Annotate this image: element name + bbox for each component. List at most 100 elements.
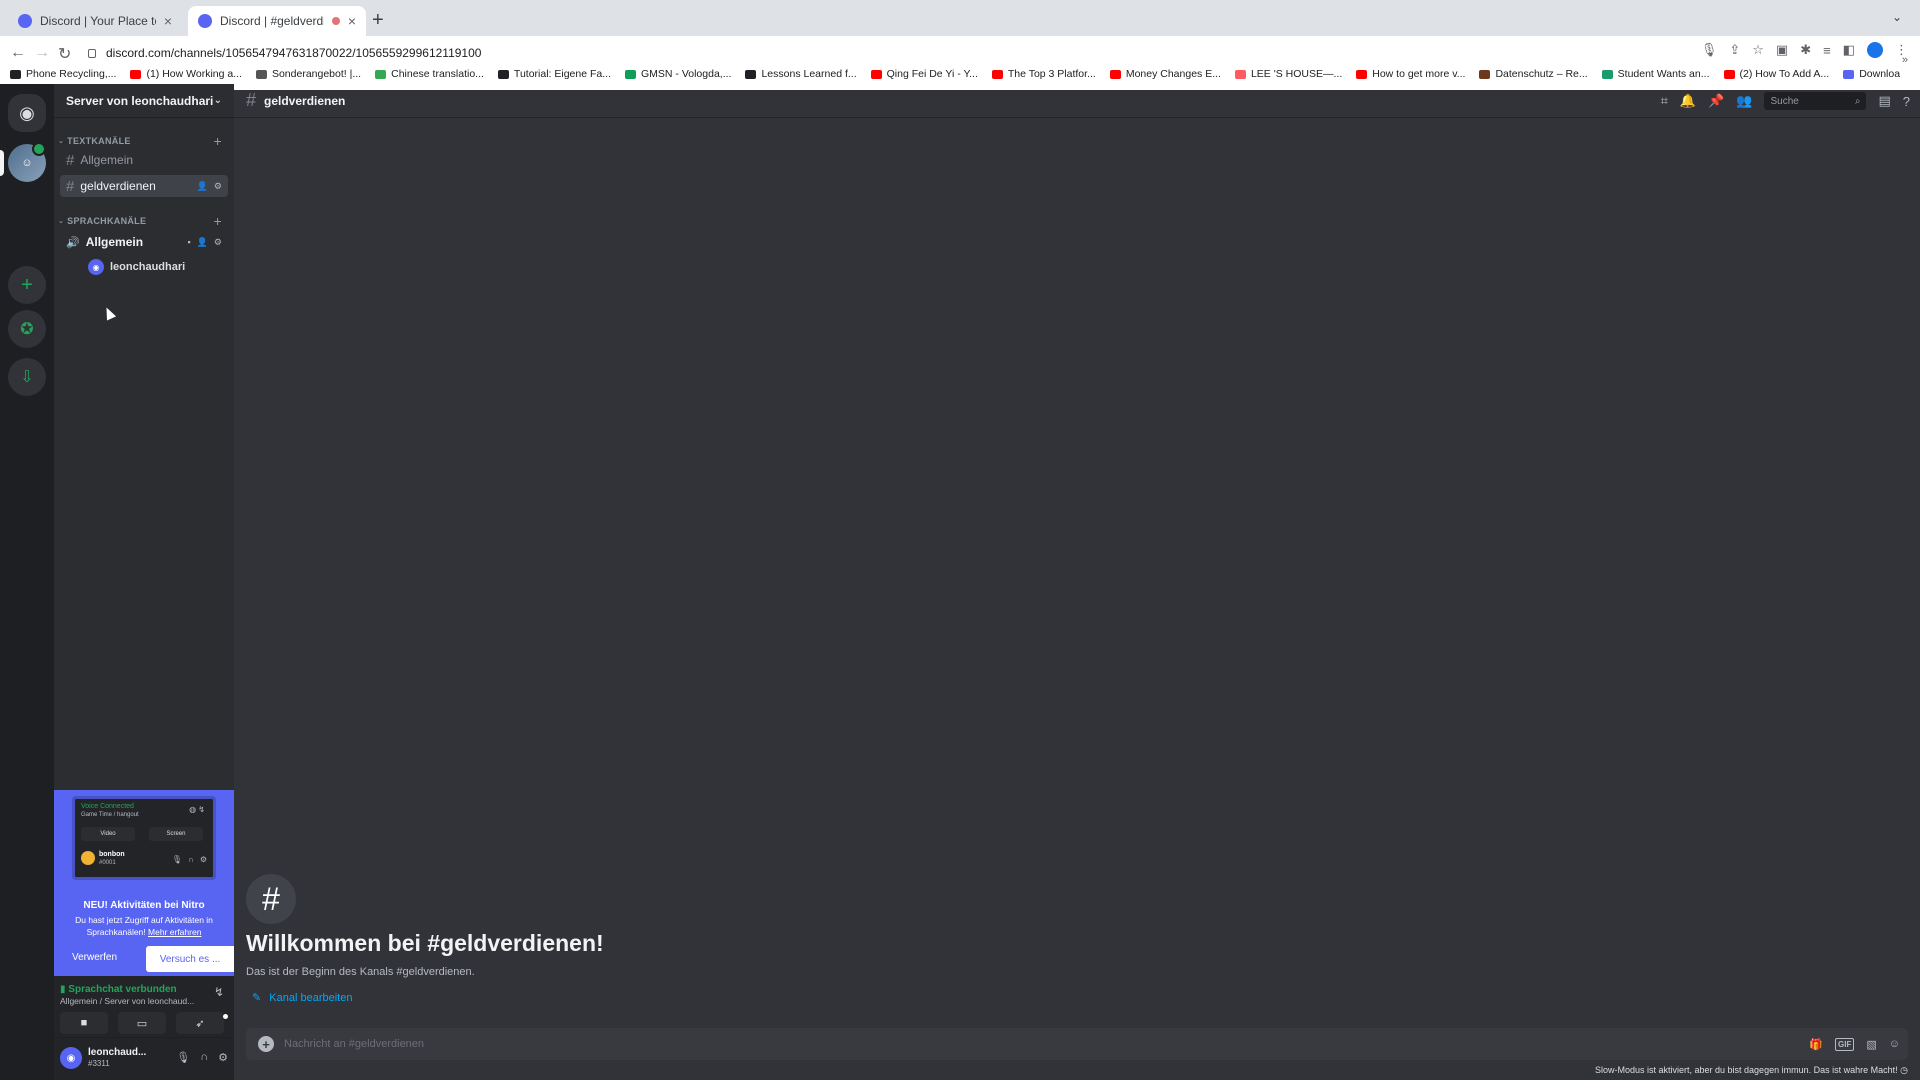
help-icon[interactable]: ?	[1903, 94, 1910, 109]
bookmark-item[interactable]: How to get more v...	[1356, 68, 1465, 80]
bookmark-favicon-icon	[1234, 69, 1246, 79]
bookmark-item[interactable]: (1) How Working a...	[130, 68, 242, 80]
bookmark-item[interactable]: Chinese translatio...	[375, 68, 484, 80]
gear-icon[interactable]: ⚙	[214, 181, 222, 192]
bookmark-item[interactable]: Qing Fei De Yi - Y...	[870, 68, 978, 80]
address-bar[interactable]: discord.com/channels/1056547947631870022…	[88, 42, 1738, 64]
bookmark-favicon-icon	[375, 69, 387, 79]
sticker-icon[interactable]: ▧	[1866, 1038, 1876, 1051]
close-tab-icon[interactable]: ×	[164, 13, 172, 29]
back-arrow-icon[interactable]: ←	[10, 44, 26, 62]
activity-rocket-icon[interactable]: ➶	[176, 1012, 224, 1034]
bookmark-favicon-icon	[1109, 69, 1121, 79]
bookmark-label: Student Wants an...	[1617, 68, 1710, 80]
threads-icon[interactable]: ⌗	[1661, 93, 1668, 109]
server-header[interactable]: Server von leonchaudhari ⌄	[54, 84, 234, 118]
bookmark-item[interactable]: (2) How To Add A...	[1723, 68, 1829, 80]
bookmark-item[interactable]: Datenschutz – Re...	[1479, 68, 1588, 80]
user-name[interactable]: leonchaud...	[88, 1047, 146, 1058]
bookmark-item[interactable]: Lessons Learned f...	[745, 68, 857, 80]
browser-tab-bar: Discord | Your Place to Talk and Hang Ou…	[0, 0, 1920, 36]
puzzle-icon[interactable]: ✱	[1800, 42, 1811, 58]
message-composer[interactable]: + Nachricht an #geldverdienen 🎁 GIF ▧ ☺	[246, 1028, 1908, 1060]
profile-avatar[interactable]	[1867, 42, 1883, 58]
pin-icon[interactable]: 📌	[1708, 93, 1724, 109]
bookmark-favicon-icon	[625, 69, 636, 79]
extension-icon[interactable]: ▣	[1776, 42, 1788, 58]
bookmark-label: GMSN - Vologda,...	[641, 68, 732, 80]
chat-bubble-icon[interactable]: ▪	[188, 237, 191, 248]
voice-user[interactable]: ◉ leonchaudhari	[88, 257, 228, 277]
video-camera-icon[interactable]: ■	[60, 1012, 108, 1034]
channel-label: Allgemein	[80, 153, 134, 167]
reading-list-icon[interactable]: ≡	[1823, 43, 1831, 58]
bookmark-item[interactable]: Phone Recycling,...	[10, 68, 116, 80]
avatar[interactable]: ◉	[60, 1047, 82, 1069]
bookmark-item[interactable]: Sonderangebot! |...	[255, 68, 361, 80]
bookmark-item[interactable]: The Top 3 Platfor...	[991, 68, 1096, 80]
explore-compass-icon[interactable]: ✪	[8, 310, 46, 348]
voice-location[interactable]: Allgemein / Server von leonchaud...	[60, 996, 194, 1006]
tab-search-chevron-icon[interactable]: ⌄	[1892, 10, 1902, 24]
bookmark-item[interactable]: LEE 'S HOUSE—...	[1234, 68, 1342, 80]
try-it-button[interactable]: Versuch es ...	[146, 946, 234, 972]
invite-user-icon[interactable]: 👤	[197, 237, 208, 248]
voice-channel-allgemein[interactable]: 🔊 Allgemein ▪ 👤 ⚙	[60, 231, 228, 253]
voice-active-badge-icon	[32, 142, 46, 156]
bookmark-item[interactable]: Student Wants an...	[1601, 68, 1710, 80]
invite-user-icon[interactable]: 👤	[197, 181, 208, 192]
mock-user-name: bonbon	[99, 851, 125, 858]
microphone-icon[interactable]: 🎙	[1701, 42, 1718, 58]
inbox-icon[interactable]: ▤	[1878, 93, 1890, 109]
browser-tab-geldverdienen[interactable]: Discord | #geldverdienen | ×	[188, 6, 366, 36]
screen-share-icon[interactable]: ▭	[118, 1012, 166, 1034]
microphone-icon[interactable]: 🎙	[176, 1051, 190, 1064]
caret-down-icon: ⌄	[58, 218, 65, 225]
download-apps-icon[interactable]: ⇩	[8, 358, 46, 396]
bookmark-item[interactable]: Download - Cooki...	[1843, 68, 1900, 80]
bookmark-item[interactable]: Money Changes E...	[1109, 68, 1221, 80]
gear-icon[interactable]: ⚙	[214, 237, 222, 248]
bookmark-label: Money Changes E...	[1125, 68, 1221, 80]
share-icon[interactable]: ⇪	[1729, 42, 1740, 58]
bookmark-label: The Top 3 Platfor...	[1007, 68, 1096, 80]
disconnect-call-icon[interactable]: ↯	[214, 985, 224, 999]
create-channel-icon[interactable]: +	[214, 213, 222, 229]
create-channel-icon[interactable]: +	[214, 133, 222, 149]
bookmark-favicon-icon	[991, 69, 1003, 79]
chevron-down-icon: ⌄	[213, 95, 222, 106]
message-input[interactable]: Nachricht an #geldverdienen	[284, 1038, 424, 1050]
gift-icon[interactable]: 🎁	[1809, 1038, 1823, 1051]
emoji-icon[interactable]: ☺	[1889, 1038, 1900, 1050]
learn-more-link[interactable]: Mehr erfahren	[148, 927, 201, 937]
bell-icon[interactable]: 🔔	[1680, 93, 1696, 109]
mock-user-controls-icon: 🎙 ∩ ⚙	[171, 855, 207, 864]
headphones-icon[interactable]: ∩	[200, 1051, 208, 1064]
browser-tab-discord-home[interactable]: Discord | Your Place to Talk and Hang Ou…	[8, 6, 182, 36]
search-input[interactable]: Suche ⌕	[1764, 92, 1867, 110]
pencil-icon: ✎	[252, 992, 262, 1004]
reload-icon[interactable]: ↻	[58, 44, 71, 64]
edit-channel-link[interactable]: ✎ Kanal bearbeiten	[252, 991, 352, 1004]
gear-icon[interactable]: ⚙	[218, 1051, 228, 1064]
bookmark-star-icon[interactable]: ☆	[1752, 42, 1764, 58]
dismiss-button[interactable]: Verwerfen	[72, 952, 117, 963]
side-panel-icon[interactable]: ◧	[1843, 42, 1855, 58]
close-tab-icon[interactable]: ×	[348, 13, 356, 29]
forward-arrow-icon[interactable]: →	[34, 44, 50, 62]
notification-dot	[223, 1014, 228, 1019]
bookmark-item[interactable]: GMSN - Vologda,...	[625, 68, 731, 80]
bookmark-item[interactable]: Tutorial: Eigene Fa...	[497, 68, 611, 80]
member-list-icon[interactable]: 👥	[1736, 93, 1752, 109]
more-bookmarks-icon[interactable]: »	[1902, 54, 1908, 66]
channel-allgemein[interactable]: # Allgemein	[60, 149, 228, 171]
category-text-channels[interactable]: ⌄ TEXTKANÄLE +	[54, 133, 234, 149]
channel-geldverdienen[interactable]: # geldverdienen 👤 ⚙	[60, 175, 228, 197]
discord-home-icon[interactable]: ◉	[8, 94, 46, 132]
category-voice-channels[interactable]: ⌄ SPRACHKANÄLE +	[54, 213, 234, 229]
upload-plus-icon[interactable]: +	[258, 1036, 274, 1052]
add-server-icon[interactable]: +	[8, 266, 46, 304]
gif-icon[interactable]: GIF	[1835, 1037, 1855, 1051]
new-tab-button[interactable]: +	[372, 9, 384, 32]
bookmark-favicon-icon	[745, 69, 757, 79]
